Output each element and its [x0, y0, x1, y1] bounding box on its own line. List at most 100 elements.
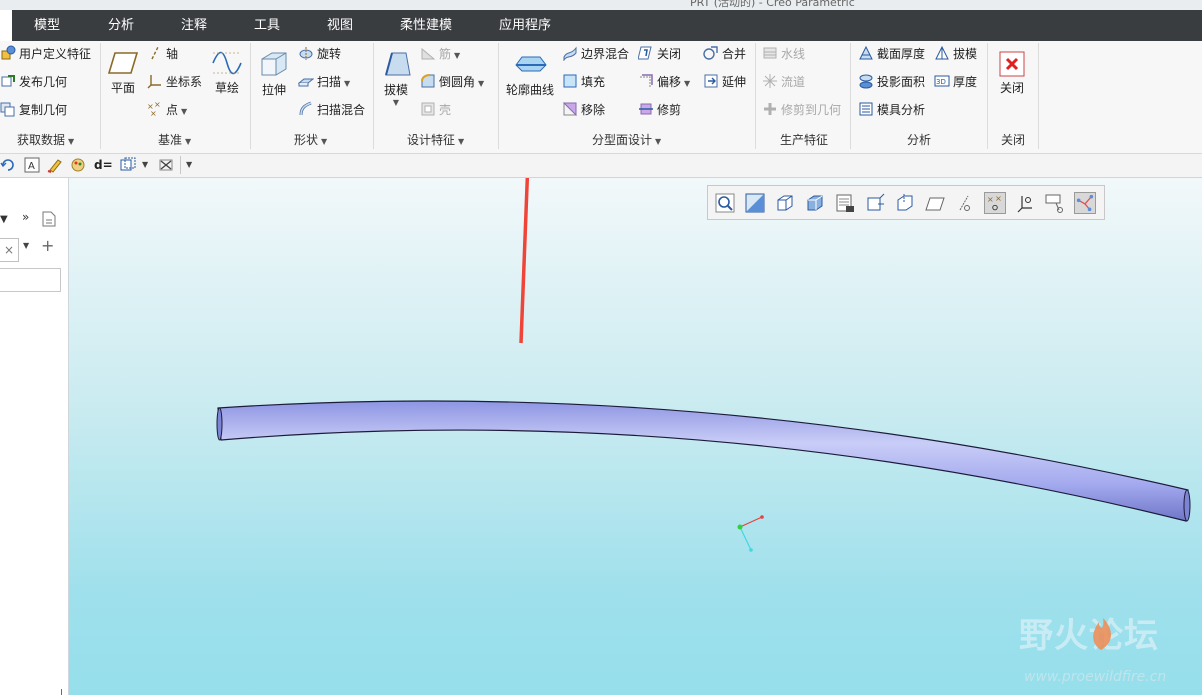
shell-button[interactable]: 壳 — [420, 100, 451, 120]
extrude-icon — [261, 52, 287, 76]
tab-flexible-modeling[interactable]: 柔性建模 — [400, 10, 452, 41]
mold-analysis-button[interactable]: 模具分析 — [858, 100, 925, 120]
regenerate-icon[interactable] — [0, 157, 16, 173]
saved-views-icon[interactable] — [120, 157, 136, 173]
revolve-button[interactable]: 旋转 — [298, 44, 341, 64]
svg-text:3D: 3D — [936, 78, 946, 86]
round-icon — [421, 74, 435, 88]
trim-to-geometry-button[interactable]: 修剪到几何 — [762, 100, 841, 120]
offset-button[interactable]: 偏移 ▼ — [638, 72, 690, 92]
show-settings-icon[interactable] — [42, 211, 56, 227]
group-label-parting-surface[interactable]: 分型面设计 ▼ — [592, 132, 661, 148]
annotation-display-icon[interactable] — [1044, 192, 1066, 214]
merge-button[interactable]: 合并 — [703, 44, 746, 64]
close-surface-button[interactable]: 关闭 — [638, 44, 681, 64]
datum-axis-button[interactable]: 轴 — [147, 44, 178, 64]
remove-button[interactable]: 移除 — [562, 100, 605, 120]
datum-point-button[interactable]: × × × 点 ▼ — [147, 100, 187, 120]
tube-right-end[interactable] — [1183, 489, 1191, 522]
datum-csys-button[interactable]: 坐标系 — [147, 72, 202, 92]
group-label-get-data[interactable]: 获取数据 ▼ — [17, 132, 74, 148]
named-view-icon[interactable] — [774, 192, 796, 214]
sketch-button[interactable]: 草绘 — [208, 49, 246, 96]
user-defined-feature-button[interactable]: 用户定义特征 — [0, 44, 91, 64]
section-thickness-button[interactable]: 截面厚度 — [858, 44, 925, 64]
tab-applications[interactable]: 应用程序 — [499, 10, 551, 41]
refit-icon[interactable] — [714, 192, 736, 214]
draft-button[interactable]: 拔模 ▼ — [378, 47, 414, 107]
datum-display-icon[interactable] — [894, 192, 916, 214]
tab-tools[interactable]: 工具 — [254, 10, 280, 41]
file-menu-button[interactable] — [0, 10, 12, 41]
clear-search-icon[interactable]: × — [0, 238, 19, 262]
fill-button[interactable]: 填充 — [562, 72, 605, 92]
thickness-button[interactable]: 3D 厚度 — [934, 72, 977, 92]
copy-geometry-icon — [0, 102, 15, 117]
group-label-analysis: 分析 — [907, 133, 932, 147]
close-button[interactable]: 关闭 — [994, 51, 1030, 96]
expand-more-icon[interactable]: » — [22, 210, 29, 224]
point-display-icon[interactable]: × × — [984, 192, 1006, 214]
plane-display-icon[interactable] — [924, 192, 946, 214]
customize-toolbar-dropdown[interactable]: ▼ — [186, 157, 202, 173]
draft-check-button[interactable]: 拔模 — [934, 44, 977, 64]
copy-geometry-button[interactable]: 复制几何 — [0, 100, 67, 120]
separator — [498, 43, 499, 149]
edit-pencil-icon[interactable] — [47, 157, 63, 173]
close-surface-icon — [638, 46, 652, 60]
extend-icon — [704, 74, 718, 88]
zoom-in-icon[interactable] — [744, 192, 766, 214]
extend-button[interactable]: 延伸 — [703, 72, 746, 92]
add-column-icon[interactable]: + — [41, 236, 54, 255]
runner-button[interactable]: 流道 — [762, 72, 805, 92]
appearance-icon[interactable] — [70, 157, 86, 173]
annotation-arrow — [519, 178, 530, 344]
trim-button[interactable]: 修剪 — [638, 100, 681, 120]
csys-display-icon[interactable] — [1014, 192, 1036, 214]
trim-icon — [639, 103, 653, 115]
projected-area-button[interactable]: 投影面积 — [858, 72, 925, 92]
graphics-viewport[interactable]: 野火论坛 www.proewildfire.cn — [61, 178, 1202, 695]
extrude-button[interactable]: 拉伸 — [256, 47, 292, 98]
tube-solid[interactable] — [217, 400, 1189, 522]
window-title: PRT (活动的) - Creo Parametric — [690, 0, 855, 9]
publish-geometry-button[interactable]: 发布几何 — [0, 72, 67, 92]
water-line-button[interactable]: 水线 — [762, 44, 805, 64]
separator — [250, 43, 251, 149]
publish-geometry-icon — [1, 75, 15, 87]
spin-center-display-icon[interactable] — [1074, 192, 1096, 214]
tree-search-input[interactable] — [0, 268, 61, 292]
tab-annotate[interactable]: 注释 — [181, 10, 207, 41]
axis-display-icon[interactable] — [954, 192, 976, 214]
sweep-button[interactable]: 扫描 ▼ — [298, 72, 350, 92]
saved-views-dropdown[interactable]: ▼ — [142, 157, 158, 173]
tab-analysis[interactable]: 分析 — [108, 10, 134, 41]
tab-model[interactable]: 模型 — [34, 10, 60, 41]
boundary-blend-button[interactable]: 边界混合 — [562, 44, 629, 64]
rib-button[interactable]: 筋 ▼ — [420, 44, 460, 64]
annotation-text-icon[interactable]: A — [24, 157, 40, 173]
display-style-icon[interactable] — [804, 192, 826, 214]
group-label-shapes[interactable]: 形状 ▼ — [294, 132, 327, 148]
offset-icon — [640, 74, 653, 87]
swept-blend-button[interactable]: 扫描混合 — [298, 100, 365, 120]
relations-button[interactable]: d= — [94, 157, 118, 173]
silhouette-curve-button[interactable]: 轮廓曲线 — [503, 47, 557, 98]
separator — [755, 43, 756, 149]
separator — [100, 43, 101, 149]
tube-left-end[interactable] — [216, 407, 223, 441]
status-indicator — [61, 689, 62, 695]
spin-center-icon[interactable] — [864, 192, 886, 214]
search-dropdown-icon[interactable]: ▼ — [23, 241, 29, 250]
group-label-design-features[interactable]: 设计特征 ▼ — [407, 132, 464, 148]
group-label-datum[interactable]: 基准 ▼ — [158, 132, 191, 148]
filter-dropdown-icon[interactable]: ▼ — [0, 214, 8, 225]
section-view-icon[interactable] — [834, 192, 856, 214]
datum-plane-button[interactable]: 平面 — [105, 49, 141, 96]
round-button[interactable]: 倒圆角 ▼ — [420, 72, 484, 92]
section-thickness-icon — [859, 45, 873, 60]
tab-view[interactable]: 视图 — [327, 10, 353, 41]
window-toggle-icon[interactable] — [158, 157, 174, 173]
projected-area-icon — [859, 74, 873, 89]
remove-icon — [562, 102, 577, 117]
